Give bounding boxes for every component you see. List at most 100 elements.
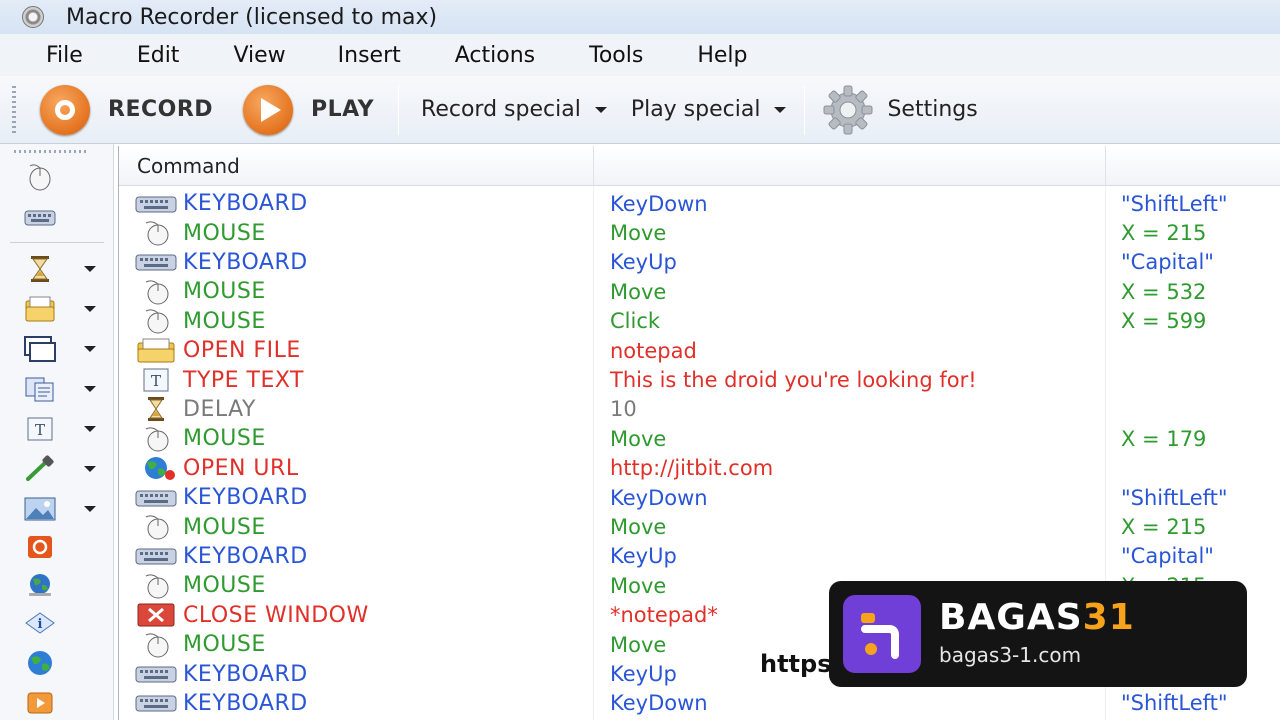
row-command: MOUSE (183, 573, 266, 599)
row-action: notepad (610, 338, 697, 363)
toolbar-grip[interactable] (12, 85, 16, 134)
table-row[interactable]: DELAY 10 (119, 395, 1280, 424)
row-action: Move (610, 221, 667, 246)
chevron-down-icon[interactable] (84, 506, 96, 512)
palette-image[interactable] (20, 492, 100, 526)
row-command: KEYBOARD (183, 661, 308, 687)
mouse-icon (133, 220, 179, 246)
palette-globe[interactable] (20, 568, 100, 602)
mouse-icon (133, 573, 179, 599)
row-command: OPEN URL (183, 455, 299, 481)
palette-delay[interactable] (20, 252, 100, 286)
row-command: MOUSE (183, 514, 266, 540)
table-row[interactable]: MOUSE Click X = 599 (119, 307, 1280, 336)
chevron-down-icon[interactable] (84, 466, 96, 472)
table-row[interactable]: MOUSE Move X = 179 (119, 424, 1280, 453)
keyboard-icon (133, 690, 179, 716)
menu-help[interactable]: Help (697, 43, 747, 68)
chevron-down-icon[interactable] (84, 426, 96, 432)
play-button[interactable]: PLAY (243, 84, 375, 135)
toolbar: RECORD PLAY Record special Play special (0, 76, 1280, 144)
play-special-label: Play special (630, 97, 761, 122)
menu-file[interactable]: File (46, 43, 83, 68)
copy-icon (20, 374, 60, 404)
row-command: KEYBOARD (183, 690, 308, 716)
row-command: MOUSE (183, 279, 266, 305)
table-row[interactable]: OPEN URL http://jitbit.com (119, 454, 1280, 483)
table-row[interactable]: MOUSE Move X = 532 (119, 277, 1280, 306)
table-row[interactable]: MOUSE Move X = 215 (119, 218, 1280, 247)
table-row[interactable]: KEYBOARD KeyUp "Capital" (119, 542, 1280, 571)
palette-open-file[interactable] (20, 292, 100, 326)
open-file-icon (133, 338, 179, 364)
menu-view[interactable]: View (233, 43, 285, 68)
palette-keyboard[interactable] (20, 200, 100, 234)
row-action: This is the droid you're looking for! (610, 368, 977, 393)
palette-stop[interactable] (20, 530, 100, 564)
mouse-icon (133, 279, 179, 305)
chevron-down-icon[interactable] (84, 386, 96, 392)
menu-edit[interactable]: Edit (137, 43, 180, 68)
palette-grip[interactable] (14, 150, 88, 153)
record-special-label: Record special (421, 97, 581, 122)
app-gear-icon[interactable] (22, 6, 44, 28)
menu-tools[interactable]: Tools (589, 43, 643, 68)
play-label: PLAY (311, 97, 375, 122)
keyboard-icon (133, 191, 179, 217)
chevron-down-icon[interactable] (84, 346, 96, 352)
row-action: http://jitbit.com (610, 456, 774, 481)
table-row[interactable]: KEYBOARD KeyDown "ShiftLeft" (119, 689, 1280, 718)
column-header-command[interactable]: Command (137, 146, 240, 186)
mouse-icon (133, 308, 179, 334)
palette-type-text[interactable]: T (20, 412, 100, 446)
settings-button[interactable]: Settings (805, 85, 978, 135)
table-row[interactable]: KEYBOARD KeyDown "ShiftLeft" (119, 189, 1280, 218)
record-icon (40, 84, 90, 135)
hourglass-icon (20, 254, 60, 284)
window-title: Macro Recorder (licensed to max) (66, 4, 438, 30)
chevron-down-icon[interactable] (84, 306, 96, 312)
palette-window[interactable] (20, 332, 100, 366)
keyboard-icon (133, 485, 179, 511)
table-row[interactable]: MOUSE Move X = 215 (119, 512, 1280, 541)
row-action: KeyDown (610, 191, 708, 216)
menu-actions[interactable]: Actions (455, 43, 535, 68)
row-value: X = 599 (1121, 309, 1207, 334)
chevron-down-icon (774, 106, 787, 113)
palette-copy[interactable] (20, 372, 100, 406)
menu-insert[interactable]: Insert (338, 43, 401, 68)
watermark-brand: BAGAS31 (939, 597, 1135, 638)
gear-icon (819, 85, 877, 135)
row-action: Move (610, 426, 667, 451)
row-command: OPEN FILE (183, 338, 301, 364)
row-action: Move (610, 632, 667, 657)
row-action: Click (610, 309, 661, 334)
row-command: MOUSE (183, 308, 266, 334)
menu-bar: File Edit View Insert Actions Tools Help (0, 34, 1280, 76)
palette-info[interactable]: i (20, 606, 100, 640)
palette-mouse[interactable] (20, 160, 100, 194)
row-value: "Capital" (1121, 544, 1214, 569)
keyboard-icon (133, 661, 179, 687)
table-row[interactable]: T TYPE TEXT This is the droid you're looki… (119, 365, 1280, 394)
watermark-domain: bagas3-1.com (939, 643, 1082, 667)
play-macro-icon (20, 688, 60, 718)
settings-label: Settings (887, 97, 978, 122)
table-row[interactable]: KEYBOARD KeyUp "Capital" (119, 248, 1280, 277)
play-special-dropdown[interactable]: Play special (631, 97, 787, 122)
record-special-dropdown[interactable]: Record special (421, 97, 607, 122)
stop-icon (20, 532, 60, 562)
chevron-down-icon[interactable] (84, 266, 96, 272)
mouse-icon (133, 426, 179, 452)
mouse-icon (133, 514, 179, 540)
palette-eyedropper[interactable] (20, 452, 100, 486)
palette-play-macro[interactable] (20, 686, 100, 720)
hourglass-icon (133, 396, 179, 422)
keyboard-icon (20, 202, 60, 232)
table-row[interactable]: KEYBOARD KeyDown "ShiftLeft" (119, 483, 1280, 512)
table-row[interactable]: OPEN FILE notepad (119, 336, 1280, 365)
palette-open-url[interactable] (20, 646, 100, 680)
record-button[interactable]: RECORD (40, 84, 213, 135)
row-value: X = 215 (1121, 515, 1207, 540)
row-action: *notepad* (610, 603, 718, 628)
